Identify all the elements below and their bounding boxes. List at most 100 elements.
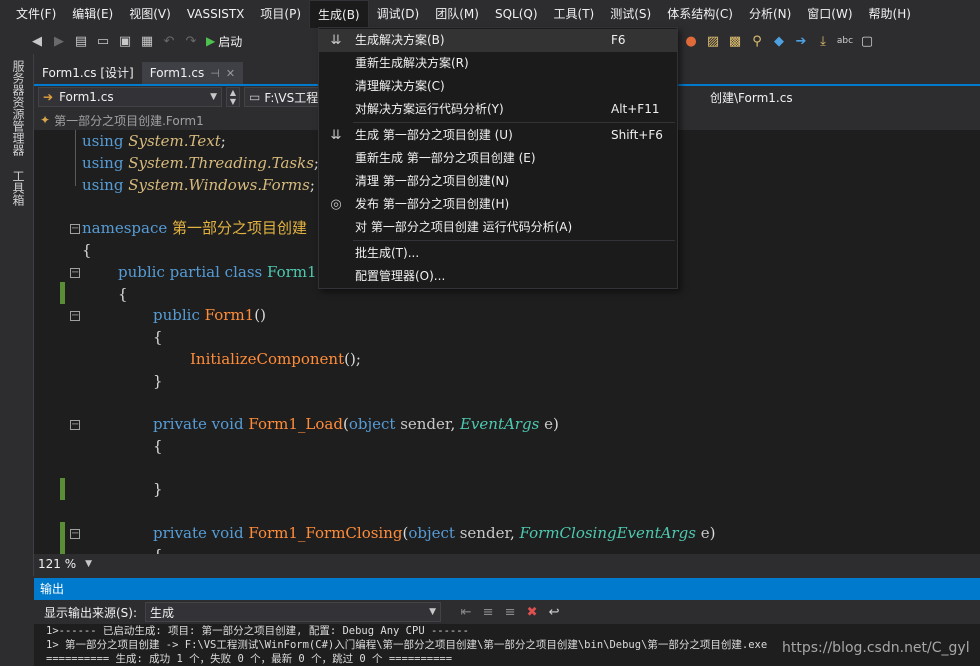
scope-spinner[interactable]: ▲ ▼ xyxy=(226,87,240,107)
menu-item-rebuild-solution[interactable]: 重新生成解决方案(R) xyxy=(319,52,677,75)
class-name: Form1 xyxy=(267,263,317,281)
open-file-icon[interactable]: ▭ xyxy=(94,32,112,50)
fold-toggle-icon[interactable]: − xyxy=(70,224,80,234)
keyword: namespace xyxy=(82,219,168,237)
undo-icon[interactable]: ↶ xyxy=(160,32,178,50)
namespace-ref: System.Threading.Tasks xyxy=(128,154,314,172)
code-line: } xyxy=(153,480,163,498)
menu-item-label: 批生成(T)... xyxy=(355,246,420,260)
folder-icon[interactable]: ▩ xyxy=(726,32,744,50)
change-marker xyxy=(60,478,65,500)
save-icon[interactable]: ▣ xyxy=(116,32,134,50)
file-combo[interactable]: ➔ Form1.cs ▼ xyxy=(38,87,222,107)
keyword: private void xyxy=(153,415,244,433)
abc-icon[interactable]: abc xyxy=(836,32,854,50)
zoom-bar: 121 % ▼ xyxy=(34,554,980,574)
comment-icon[interactable]: ▢ xyxy=(858,32,876,50)
fold-toggle-icon[interactable]: − xyxy=(70,420,80,430)
menu-item-label: 重新生成解决方案(R) xyxy=(355,56,469,70)
menu-help[interactable]: 帮助(H) xyxy=(861,0,919,28)
menu-vassistx[interactable]: VASSISTX xyxy=(179,0,253,28)
menu-item-batch-build[interactable]: 批生成(T)... xyxy=(319,242,677,265)
fold-toggle-icon[interactable]: − xyxy=(70,311,80,321)
find-icon[interactable]: ⚲ xyxy=(748,32,766,50)
new-project-icon[interactable]: ▤ xyxy=(72,32,90,50)
code-line: InitializeComponent(); xyxy=(190,350,361,368)
menu-test[interactable]: 测试(S) xyxy=(602,0,659,28)
code-line: { xyxy=(153,328,163,346)
word-wrap-icon[interactable]: ↩ xyxy=(545,603,563,621)
menu-team[interactable]: 团队(M) xyxy=(427,0,487,28)
code-line: using System.Threading.Tasks; xyxy=(82,154,319,172)
path-combo-tail: 创建\Form1.cs xyxy=(710,91,793,105)
menu-architecture[interactable]: 体系结构(C) xyxy=(659,0,741,28)
class-icon: ✦ xyxy=(40,113,51,127)
previous-message-icon[interactable]: ≡ xyxy=(479,603,497,621)
toolbar-right-group: ● ▨ ▩ ⚲ ◆ ➔ ⤓ abc ▢ xyxy=(682,32,876,50)
menu-item-clean-project[interactable]: 清理 第一部分之项目创建(N) xyxy=(319,170,677,193)
bookmark-icon[interactable]: ◆ xyxy=(770,32,788,50)
menu-item-rebuild-project[interactable]: 重新生成 第一部分之项目创建 (E) xyxy=(319,147,677,170)
goto-location-icon[interactable]: ⇤ xyxy=(457,603,475,621)
menu-item-publish-project[interactable]: ◎ 发布 第一部分之项目创建(H) xyxy=(319,193,677,216)
menu-item-analyze-project[interactable]: 对 第一部分之项目创建 运行代码分析(A) xyxy=(319,216,677,239)
code-line: private void Form1_Load(object sender, E… xyxy=(153,415,559,433)
start-button[interactable]: ▶ 启动 xyxy=(204,32,242,50)
zoom-combo[interactable]: 121 % ▼ xyxy=(34,555,96,573)
forward-icon[interactable]: ▶ xyxy=(50,32,68,50)
package-icon[interactable]: ▨ xyxy=(704,32,722,50)
fold-toggle-icon[interactable]: − xyxy=(70,529,80,539)
menu-build[interactable]: 生成(B) xyxy=(309,0,369,28)
chevron-down-icon: ▼ xyxy=(429,607,437,617)
pin-icon[interactable]: ⊣ xyxy=(210,67,220,80)
code-line: { xyxy=(118,285,128,303)
menu-item-clean-solution[interactable]: 清理解决方案(C) xyxy=(319,75,677,98)
menu-sql[interactable]: SQL(Q) xyxy=(487,0,546,28)
move-icon[interactable]: ➔ xyxy=(792,32,810,50)
method-name: Form1_Load xyxy=(248,415,343,433)
method-name: Form1 xyxy=(204,306,255,324)
tab-form1-designer[interactable]: Form1.cs [设计] xyxy=(34,62,142,84)
breadcrumb-text: 第一部分之项目创建.Form1 xyxy=(54,113,204,128)
save-all-icon[interactable]: ▦ xyxy=(138,32,156,50)
keyword: using xyxy=(82,132,124,150)
server-explorer-tab[interactable]: 服务器资源管理器 xyxy=(10,60,27,156)
menu-tools[interactable]: 工具(T) xyxy=(546,0,603,28)
output-panel-header[interactable]: 输出 xyxy=(34,578,980,600)
redo-icon[interactable]: ↷ xyxy=(182,32,200,50)
next-message-icon[interactable]: ≡ xyxy=(501,603,519,621)
code-line: using System.Windows.Forms; xyxy=(82,176,315,194)
publish-icon: ◎ xyxy=(330,197,342,212)
param-name: e xyxy=(544,415,553,433)
watermark: https://blog.csdn.net/C_gyl xyxy=(782,640,970,656)
menu-item-configuration-manager[interactable]: 配置管理器(O)... xyxy=(319,265,677,288)
menu-project[interactable]: 项目(P) xyxy=(252,0,309,28)
menu-separator xyxy=(353,122,675,123)
close-icon[interactable]: ✕ xyxy=(226,67,235,80)
build-menu-dropdown: ⇊ 生成解决方案(B) F6 重新生成解决方案(R) 清理解决方案(C) 对解决… xyxy=(318,27,678,289)
menu-window[interactable]: 窗口(W) xyxy=(799,0,860,28)
back-icon[interactable]: ◀ xyxy=(28,32,46,50)
menu-debug[interactable]: 调试(D) xyxy=(369,0,428,28)
step-icon[interactable]: ⤓ xyxy=(814,32,832,50)
menu-edit[interactable]: 编辑(E) xyxy=(64,0,121,28)
test-icon[interactable]: ● xyxy=(682,32,700,50)
output-source-combo[interactable]: 生成 ▼ xyxy=(145,602,442,622)
menu-item-analyze-solution[interactable]: 对解决方案运行代码分析(Y) Alt+F11 xyxy=(319,98,677,121)
toolbox-tab[interactable]: 工具箱 xyxy=(10,170,27,206)
zoom-value: 121 % xyxy=(38,557,77,571)
code-line: { xyxy=(153,437,163,455)
menu-file[interactable]: 文件(F) xyxy=(8,0,64,28)
param-type: object xyxy=(408,524,455,542)
param-name: e xyxy=(700,524,710,542)
menu-item-build-solution[interactable]: ⇊ 生成解决方案(B) F6 xyxy=(319,29,677,52)
change-marker xyxy=(60,282,65,304)
fold-toggle-icon[interactable]: − xyxy=(70,268,80,278)
menu-item-build-project[interactable]: ⇊ 生成 第一部分之项目创建 (U) Shift+F6 xyxy=(319,124,677,147)
menu-view[interactable]: 视图(V) xyxy=(121,0,179,28)
clear-all-icon[interactable]: ✖ xyxy=(523,603,541,621)
keyword: public partial class xyxy=(118,263,263,281)
tab-form1-code[interactable]: Form1.cs ⊣ ✕ xyxy=(141,62,244,84)
chevron-down-icon: ▼ xyxy=(229,97,237,106)
menu-analyze[interactable]: 分析(N) xyxy=(741,0,799,28)
